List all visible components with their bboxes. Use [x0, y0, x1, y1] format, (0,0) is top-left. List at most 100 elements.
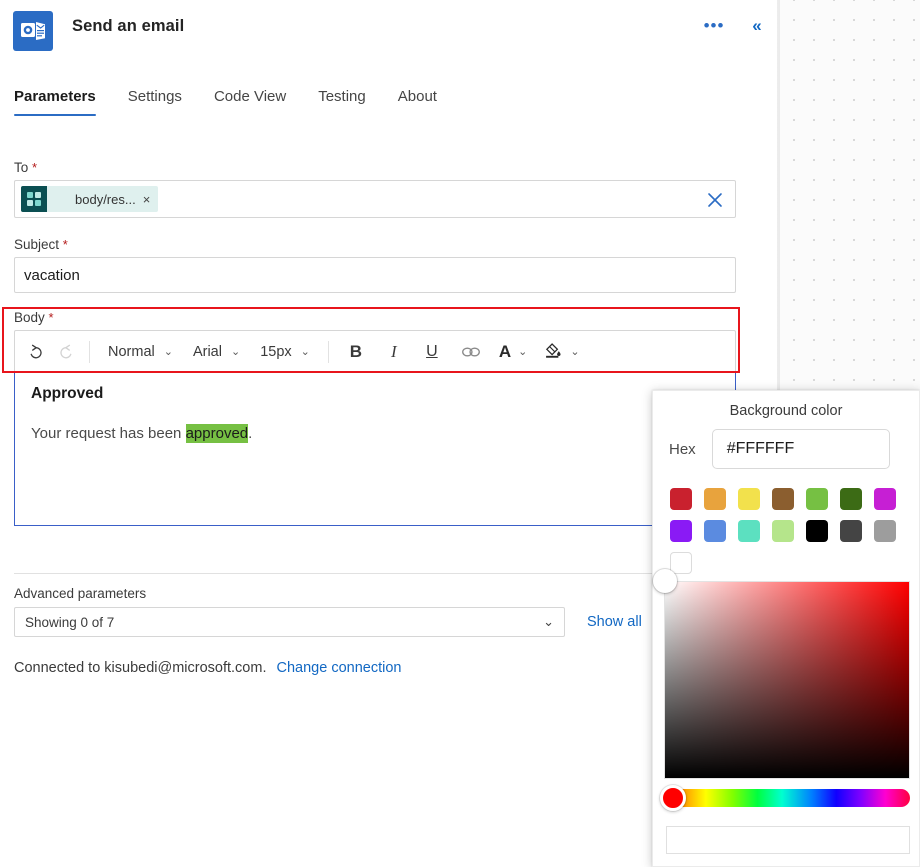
background-color-picker-flyout: Background color Hex #FFFFFF — [652, 390, 920, 867]
color-swatch[interactable] — [806, 488, 828, 510]
section-divider — [14, 573, 736, 574]
color-preview-input[interactable] — [666, 826, 910, 854]
toolbar-divider — [89, 341, 90, 363]
redo-icon[interactable] — [51, 337, 81, 367]
hue-slider[interactable] — [664, 789, 910, 807]
color-swatch[interactable] — [704, 520, 726, 542]
undo-icon[interactable] — [21, 337, 51, 367]
advanced-parameters-select[interactable]: Showing 0 of 7 ⌄ — [14, 607, 565, 637]
body-required-asterisk: * — [49, 310, 54, 325]
subject-input[interactable]: vacation — [14, 257, 736, 293]
body-heading-text: Approved — [31, 385, 719, 403]
paragraph-style-select[interactable]: Normal ⌄ — [98, 337, 183, 367]
swatch-cell — [698, 483, 732, 515]
chevron-down-icon: ⌄ — [570, 345, 579, 358]
color-swatch[interactable] — [772, 488, 794, 510]
subject-field-group: Subject * vacation — [14, 237, 736, 293]
to-input[interactable]: body/res... × — [14, 180, 736, 218]
paragraph-style-value: Normal — [108, 344, 155, 360]
page-title: Send an email — [72, 17, 184, 36]
tab-settings[interactable]: Settings — [112, 88, 198, 116]
chevron-down-icon: ⌄ — [301, 345, 310, 358]
color-swatch[interactable] — [840, 488, 862, 510]
subject-label-text: Subject — [14, 237, 59, 252]
tab-about[interactable]: About — [382, 88, 453, 116]
font-family-select[interactable]: Arial ⌄ — [183, 337, 250, 367]
swatch-cell — [868, 515, 902, 547]
hue-slider-thumb[interactable] — [660, 785, 686, 811]
swatch-cell — [732, 515, 766, 547]
saturation-value-area[interactable] — [664, 581, 910, 779]
hue-gradient-track[interactable] — [664, 789, 910, 807]
outlook-icon — [13, 11, 53, 51]
color-swatch[interactable] — [840, 520, 862, 542]
token-remove-button[interactable]: × — [143, 192, 159, 207]
chevron-down-icon: ⌄ — [231, 345, 240, 358]
change-connection-link[interactable]: Change connection — [277, 660, 402, 676]
paint-bucket-icon — [543, 340, 563, 364]
swatch-cell — [834, 483, 868, 515]
to-label-text: To — [14, 160, 28, 175]
body-field-group: Body * Normal ⌄ Arial — [14, 310, 736, 526]
swatch-cell — [766, 515, 800, 547]
hex-input[interactable]: #FFFFFF — [712, 429, 890, 469]
swatch-cell — [664, 483, 698, 515]
connection-row: Connected to kisubedi@microsoft.com. Cha… — [14, 660, 401, 676]
rich-text-toolbar: Normal ⌄ Arial ⌄ 15px ⌄ B I U A — [14, 330, 736, 372]
saturation-value-handle[interactable] — [653, 569, 677, 593]
show-all-link[interactable]: Show all — [587, 614, 642, 630]
swatch-cell — [732, 483, 766, 515]
highlight-color-button[interactable]: ⌄ — [535, 337, 587, 367]
hex-label: Hex — [669, 441, 696, 458]
color-swatch[interactable] — [704, 488, 726, 510]
advanced-parameters-label: Advanced parameters — [14, 586, 736, 601]
tab-parameters[interactable]: Parameters — [14, 88, 112, 116]
chevron-down-icon: ⌄ — [518, 345, 527, 358]
subject-required-asterisk: * — [63, 237, 68, 252]
close-icon[interactable] — [705, 190, 725, 210]
font-color-glyph: A — [499, 342, 511, 362]
body-text-before: Your request has been — [31, 425, 186, 442]
token-connector-icon — [21, 186, 47, 212]
swatch-cell — [834, 515, 868, 547]
font-color-button[interactable]: A ⌄ — [491, 337, 536, 367]
chevron-down-icon: ⌄ — [164, 345, 173, 358]
color-swatch[interactable] — [670, 552, 692, 574]
swatch-cell — [766, 483, 800, 515]
link-icon[interactable] — [451, 337, 491, 367]
color-swatch[interactable] — [670, 520, 692, 542]
collapse-panel-button[interactable]: « — [744, 13, 770, 39]
color-swatch[interactable] — [874, 520, 896, 542]
subject-label: Subject * — [14, 237, 736, 252]
saturation-value-gradient[interactable] — [664, 581, 910, 779]
body-rich-text-editor[interactable]: Approved Your request has been approved. — [14, 372, 736, 526]
swatch-cell — [664, 515, 698, 547]
chevron-down-icon: ⌄ — [543, 614, 554, 630]
more-options-button[interactable]: ••• — [702, 14, 726, 38]
toolbar-divider — [328, 341, 329, 363]
color-swatch[interactable] — [806, 520, 828, 542]
to-required-asterisk: * — [32, 160, 37, 175]
font-size-select[interactable]: 15px ⌄ — [250, 337, 320, 367]
color-swatch[interactable] — [772, 520, 794, 542]
bold-button[interactable]: B — [337, 337, 375, 367]
underline-button[interactable]: U — [413, 337, 451, 367]
dynamic-content-token[interactable]: body/res... × — [21, 186, 158, 212]
italic-button[interactable]: I — [375, 337, 413, 367]
body-text-after: . — [248, 425, 252, 442]
font-family-value: Arial — [193, 344, 222, 360]
color-swatch[interactable] — [874, 488, 896, 510]
tab-code-view[interactable]: Code View — [198, 88, 302, 116]
color-swatch[interactable] — [670, 488, 692, 510]
panel-header: Send an email ••• « — [0, 0, 777, 58]
color-picker-title: Background color — [653, 403, 919, 419]
color-swatch[interactable] — [738, 520, 760, 542]
tab-testing[interactable]: Testing — [302, 88, 382, 116]
body-label: Body * — [14, 310, 736, 325]
connection-text: Connected to kisubedi@microsoft.com. — [14, 660, 266, 676]
swatch-cell — [698, 515, 732, 547]
body-paragraph-text: Your request has been approved. — [31, 425, 719, 442]
color-swatch[interactable] — [738, 488, 760, 510]
swatch-cell — [800, 483, 834, 515]
body-highlighted-word: approved — [186, 424, 249, 443]
